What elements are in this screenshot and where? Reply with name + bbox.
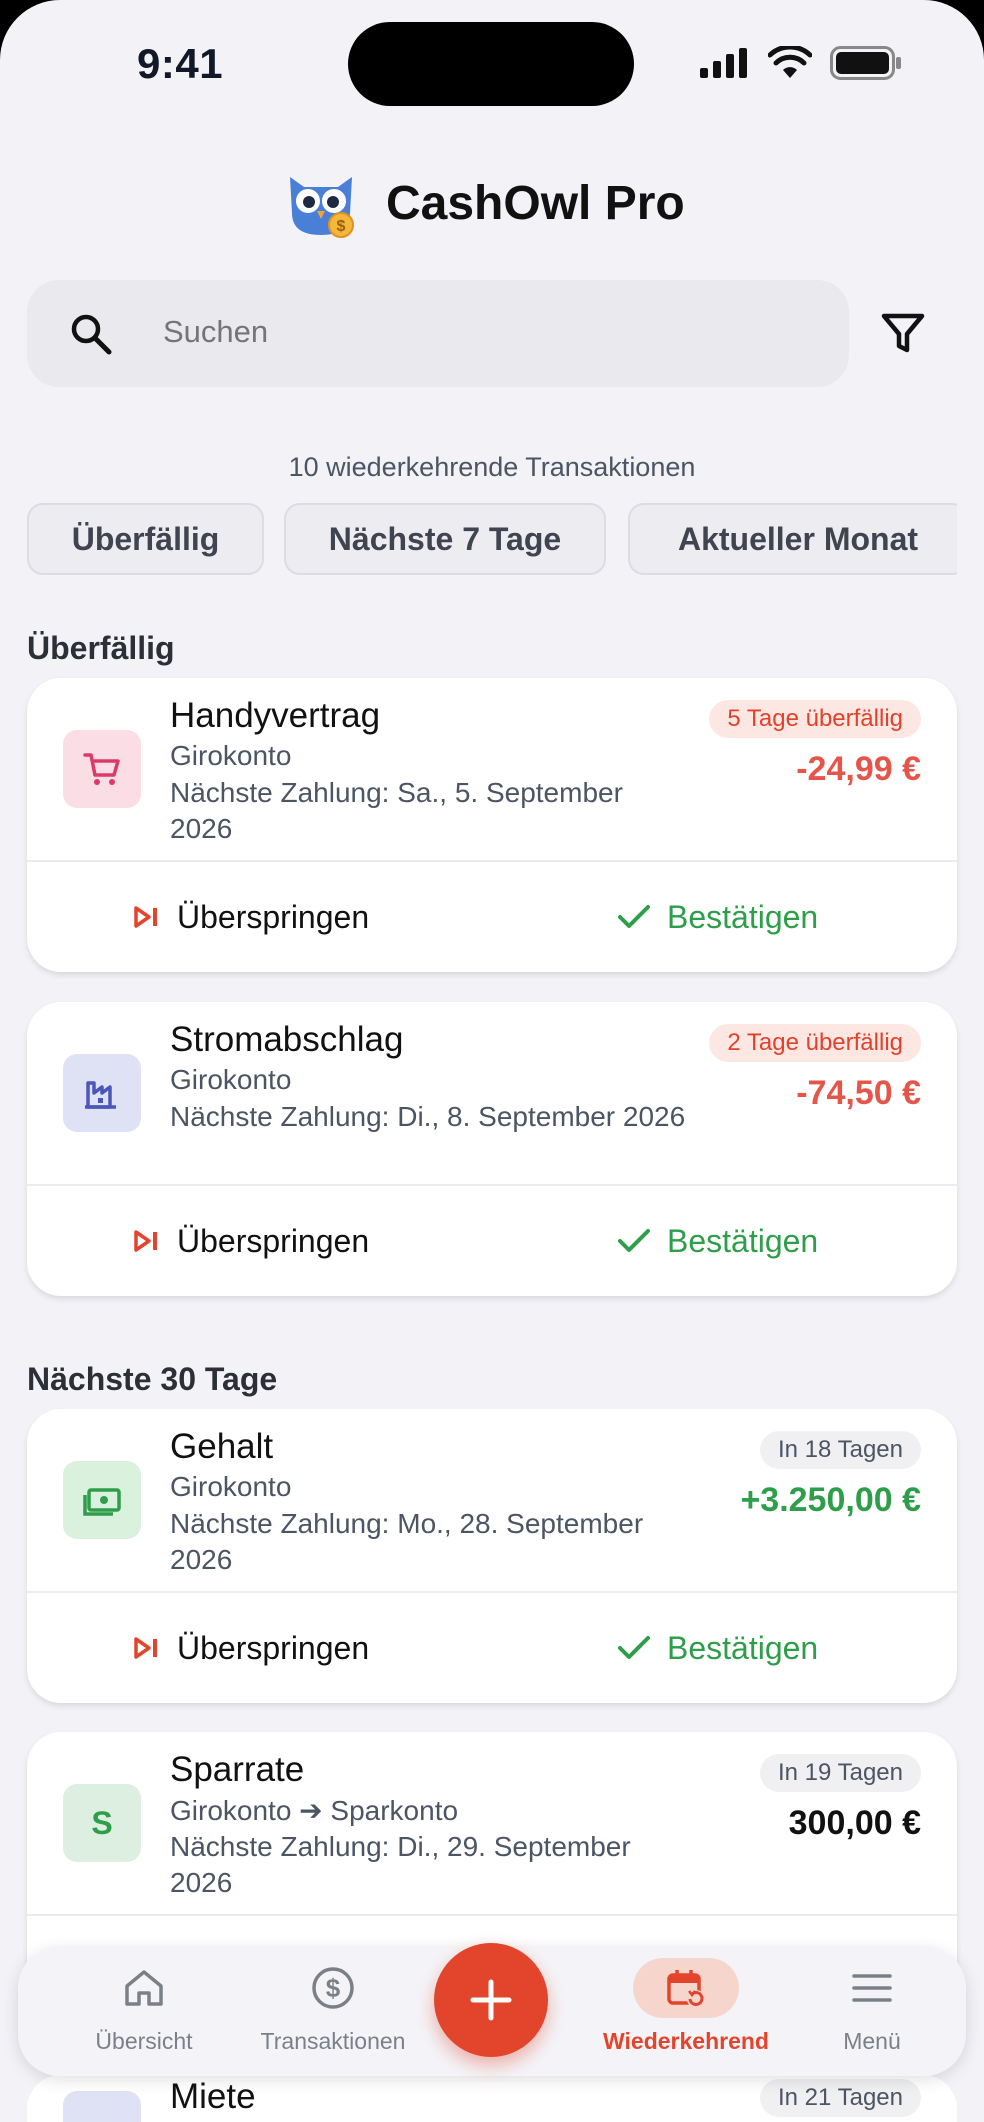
category-tile — [63, 730, 141, 808]
dollar-circle-icon: $ — [312, 1967, 354, 2009]
search-icon — [71, 314, 112, 355]
nav-item-overview[interactable]: Übersicht — [52, 1946, 236, 2076]
skip-icon — [134, 906, 157, 928]
nav-item-recurring[interactable]: Wiederkehrend — [574, 1946, 798, 2076]
section-heading-next-30-days: Nächste 30 Tage — [27, 1361, 278, 1397]
money-icon — [83, 1488, 121, 1516]
app-title: CashOwl Pro — [386, 177, 685, 230]
nav-item-menu[interactable]: Menü — [818, 1946, 926, 2076]
skip-icon — [134, 1637, 157, 1659]
category-tile — [63, 1461, 141, 1539]
transaction-amount: +3.250,00 € — [740, 1481, 921, 1519]
factory-icon — [85, 1081, 116, 1109]
plus-icon — [470, 1979, 512, 2021]
transaction-name: Gehalt — [170, 1427, 274, 1466]
transaction-account: Girokonto — [170, 740, 292, 771]
transaction-name: Handyvertrag — [170, 696, 381, 735]
card-divider — [27, 1591, 957, 1593]
home-icon — [125, 1970, 163, 2006]
search-input[interactable] — [163, 310, 763, 354]
status-badge: In 18 Tagen — [759, 1431, 921, 1469]
filter-chips: Überfällig Nächste 7 Tage Aktueller Mona… — [27, 503, 957, 576]
next-payment: Nächste Zahlung: Mo., 28. September 2026 — [170, 1508, 644, 1575]
nav-label-transactions: Transaktionen — [260, 2028, 406, 2054]
signal-icon — [700, 48, 747, 78]
shopping-cart-icon — [83, 753, 120, 785]
check-icon — [618, 1229, 650, 1252]
skip-label: Überspringen — [177, 898, 370, 935]
letter-avatar: S — [91, 1804, 113, 1841]
skip-label: Überspringen — [177, 1629, 370, 1666]
skip-icon — [134, 1230, 157, 1252]
nav-label-menu: Menü — [843, 2028, 901, 2054]
status-bar: 9:41 — [0, 0, 984, 130]
skip-button[interactable]: Überspringen — [131, 1595, 369, 1701]
app-header: $ CashOwl Pro — [0, 170, 984, 240]
skip-button[interactable]: Überspringen — [131, 864, 369, 970]
status-badge: 5 Tage überfällig — [709, 700, 921, 738]
confirm-label: Bestätigen — [667, 1222, 819, 1259]
transaction-account: Girokonto — [170, 1471, 292, 1502]
transaction-account: Girokonto — [170, 1064, 292, 1095]
chip-current-month[interactable]: Aktueller Monat — [628, 503, 957, 575]
confirm-button[interactable]: Bestätigen — [617, 1188, 818, 1294]
add-transaction-button[interactable] — [434, 1943, 548, 2057]
status-time: 9:41 — [137, 40, 224, 87]
transaction-name: Miete — [170, 2077, 256, 2116]
transaction-card[interactable]: Miete In 21 Tagen — [27, 2075, 957, 2122]
transaction-name: Sparrate — [170, 1750, 305, 1789]
confirm-label: Bestätigen — [667, 1629, 819, 1666]
next-payment: Nächste Zahlung: Sa., 5. September 2026 — [170, 777, 623, 844]
transaction-amount: -74,50 € — [796, 1074, 921, 1112]
transaction-name: Stromabschlag — [170, 1020, 404, 1059]
skip-label: Überspringen — [177, 1222, 370, 1259]
calendar-repeat-icon — [667, 1970, 705, 2008]
dynamic-island — [348, 22, 634, 106]
category-tile — [63, 1054, 141, 1132]
owl-logo: $ — [290, 177, 354, 238]
category-tile: S — [63, 1784, 141, 1862]
card-divider — [27, 1914, 957, 1916]
filter-button[interactable] — [880, 310, 926, 356]
chip-next-7-days[interactable]: Nächste 7 Tage — [284, 503, 606, 575]
transaction-card[interactable]: Stromabschlag Girokonto Nächste Zahlung:… — [27, 1002, 957, 1296]
status-badge: In 19 Tagen — [759, 1754, 921, 1792]
card-divider — [27, 860, 957, 862]
search-box[interactable] — [27, 280, 849, 387]
confirm-button[interactable]: Bestätigen — [617, 864, 818, 970]
confirm-label: Bestätigen — [667, 898, 819, 935]
card-divider — [27, 1184, 957, 1186]
transaction-amount: -24,99 € — [796, 750, 921, 788]
active-indicator — [633, 1958, 739, 2018]
wifi-icon — [768, 46, 812, 78]
nav-label-recurring: Wiederkehrend — [603, 2028, 769, 2054]
transaction-card[interactable]: Handyvertrag Girokonto Nächste Zahlung: … — [27, 678, 957, 972]
transaction-account: Girokonto ➔ Sparkonto — [170, 1795, 459, 1826]
confirm-button[interactable]: Bestätigen — [617, 1595, 818, 1701]
svg-text:$: $ — [326, 1973, 341, 2003]
battery-icon — [830, 46, 901, 80]
app-screen: 9:41 $ CashOwl Pro Suchen 10 wiederkehre… — [0, 0, 984, 2122]
svg-text:$: $ — [337, 218, 346, 235]
next-payment: Nächste Zahlung: Di., 8. September 2026 — [170, 1101, 686, 1132]
transaction-card[interactable]: Gehalt Girokonto Nächste Zahlung: Mo., 2… — [27, 1409, 957, 1703]
status-badge: 2 Tage überfällig — [709, 1024, 921, 1062]
nav-item-transactions[interactable]: $ Transaktionen — [236, 1946, 430, 2076]
section-heading-overdue: Überfällig — [27, 630, 175, 666]
check-icon — [618, 1636, 650, 1659]
chip-overdue[interactable]: Überfällig — [27, 503, 264, 575]
transaction-amount: 300,00 € — [788, 1804, 921, 1842]
skip-button[interactable]: Überspringen — [131, 1188, 369, 1294]
next-payment: Nächste Zahlung: Di., 29. September 2026 — [170, 1831, 631, 1898]
status-badge: In 21 Tagen — [759, 2079, 921, 2117]
filter-icon — [881, 313, 925, 353]
check-icon — [618, 905, 650, 928]
category-tile — [63, 2091, 141, 2122]
hamburger-menu-icon — [852, 1974, 892, 2002]
transaction-count: 10 wiederkehrende Transaktionen — [288, 452, 696, 482]
nav-label-overview: Übersicht — [95, 2028, 193, 2054]
